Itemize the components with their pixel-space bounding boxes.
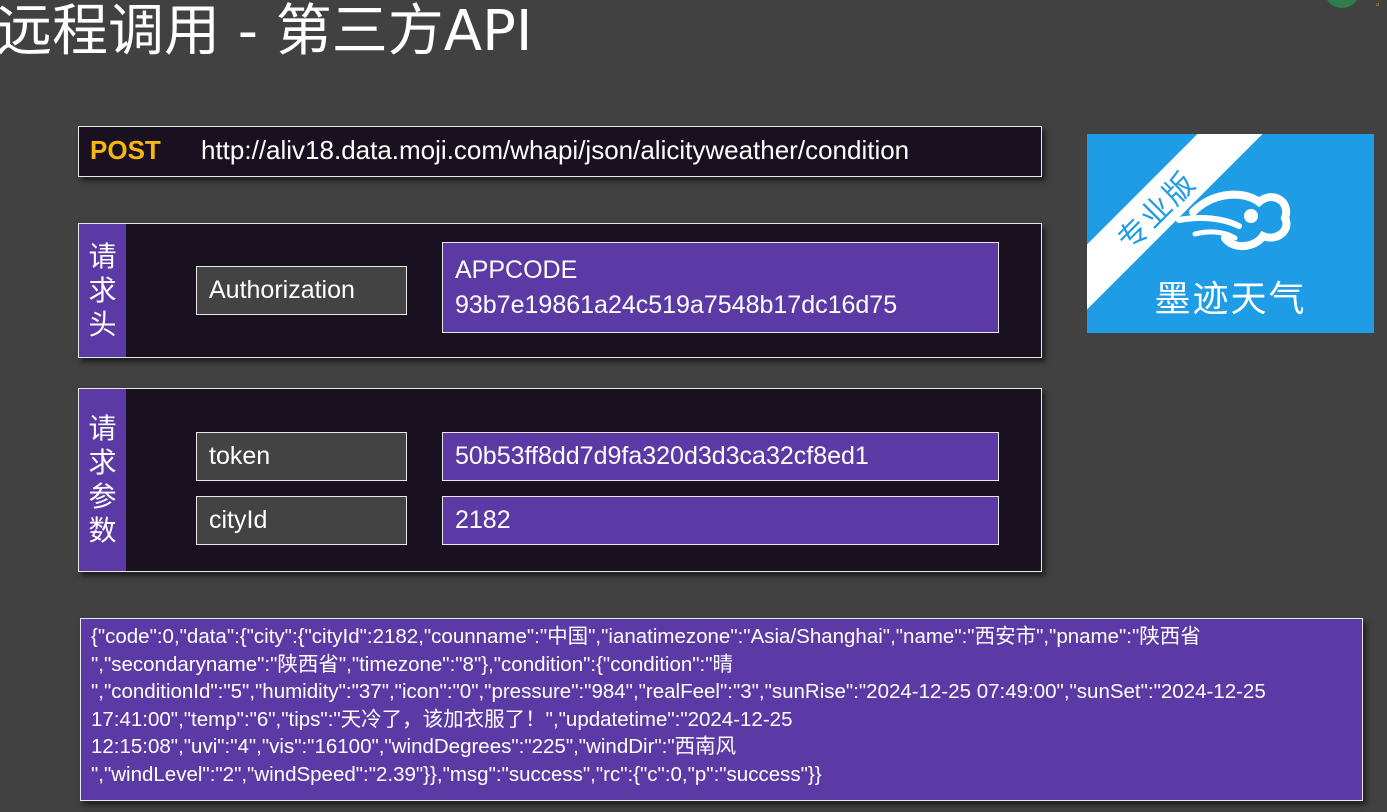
corner-logo-icon [1327,0,1357,8]
corner-mark: ▫ [1376,0,1380,11]
response-json-box: {"code":0,"data":{"city":{"cityId":2182,… [80,618,1363,801]
params-side-label: 请 求 参 数 [79,389,126,571]
label-char: 参 [88,480,117,513]
label-char: 请 [88,239,117,273]
label-char: 数 [88,514,117,547]
param-value-text: 50b53ff8dd7d9fa320d3d3ca32cf8ed1 [455,442,869,470]
label-char: 请 [88,412,117,445]
request-params-panel: 请 求 参 数 token 50b53ff8dd7d9fa320d3d3ca32… [78,388,1042,572]
label-char: 头 [88,307,117,341]
param-value-token: 50b53ff8dd7d9fa320d3d3ca32cf8ed1 [442,432,999,481]
param-value-text: 2182 [455,506,511,534]
headers-side-label: 请 求 头 [79,224,126,357]
cloud-wind-icon [1176,190,1291,250]
response-line: ","conditionId":"5","humidity":"37","ico… [91,680,1266,703]
header-key-authorization: Authorization [196,266,407,315]
header-value-line: 93b7e19861a24c519a7548b17dc16d75 [455,290,898,319]
header-value-appcode: APPCODE 93b7e19861a24c519a7548b17dc16d75 [442,242,999,333]
page-title: 远程调用 - 第三方API [0,0,533,64]
response-line: 17:41:00","temp":"6","tips":"天冷了，该加衣服了！"… [91,707,793,731]
header-value-line: APPCODE [455,255,578,284]
param-key-text: token [209,442,271,470]
label-char: 求 [88,273,117,307]
response-line: 12:15:08","uvi":"4","vis":"16100","windD… [91,735,737,758]
response-line: {"code":0,"data":{"city":{"cityId":2182,… [91,625,1201,648]
param-key-token: token [196,432,407,481]
moji-weather-logo: 专业版 墨迹天气 [1087,134,1374,333]
request-url: http://aliv18.data.moji.com/whapi/json/a… [201,135,910,165]
param-key-text: cityId [209,506,268,534]
http-method-label: POST [90,135,161,165]
param-key-cityid: cityId [196,496,407,545]
request-line-bar: POST http://aliv18.data.moji.com/whapi/j… [78,126,1042,177]
response-line: ","windLevel":"2","windSpeed":"2.39"}},"… [91,762,822,786]
header-key-text: Authorization [209,276,355,304]
param-value-cityid: 2182 [442,496,999,545]
label-char: 求 [88,446,117,479]
logo-name: 墨迹天气 [1154,279,1307,320]
response-line: ","secondaryname":"陕西省","timezone":"8"},… [91,652,734,676]
request-headers-panel: 请 求 头 Authorization APPCODE 93b7e19861a2… [78,223,1042,358]
